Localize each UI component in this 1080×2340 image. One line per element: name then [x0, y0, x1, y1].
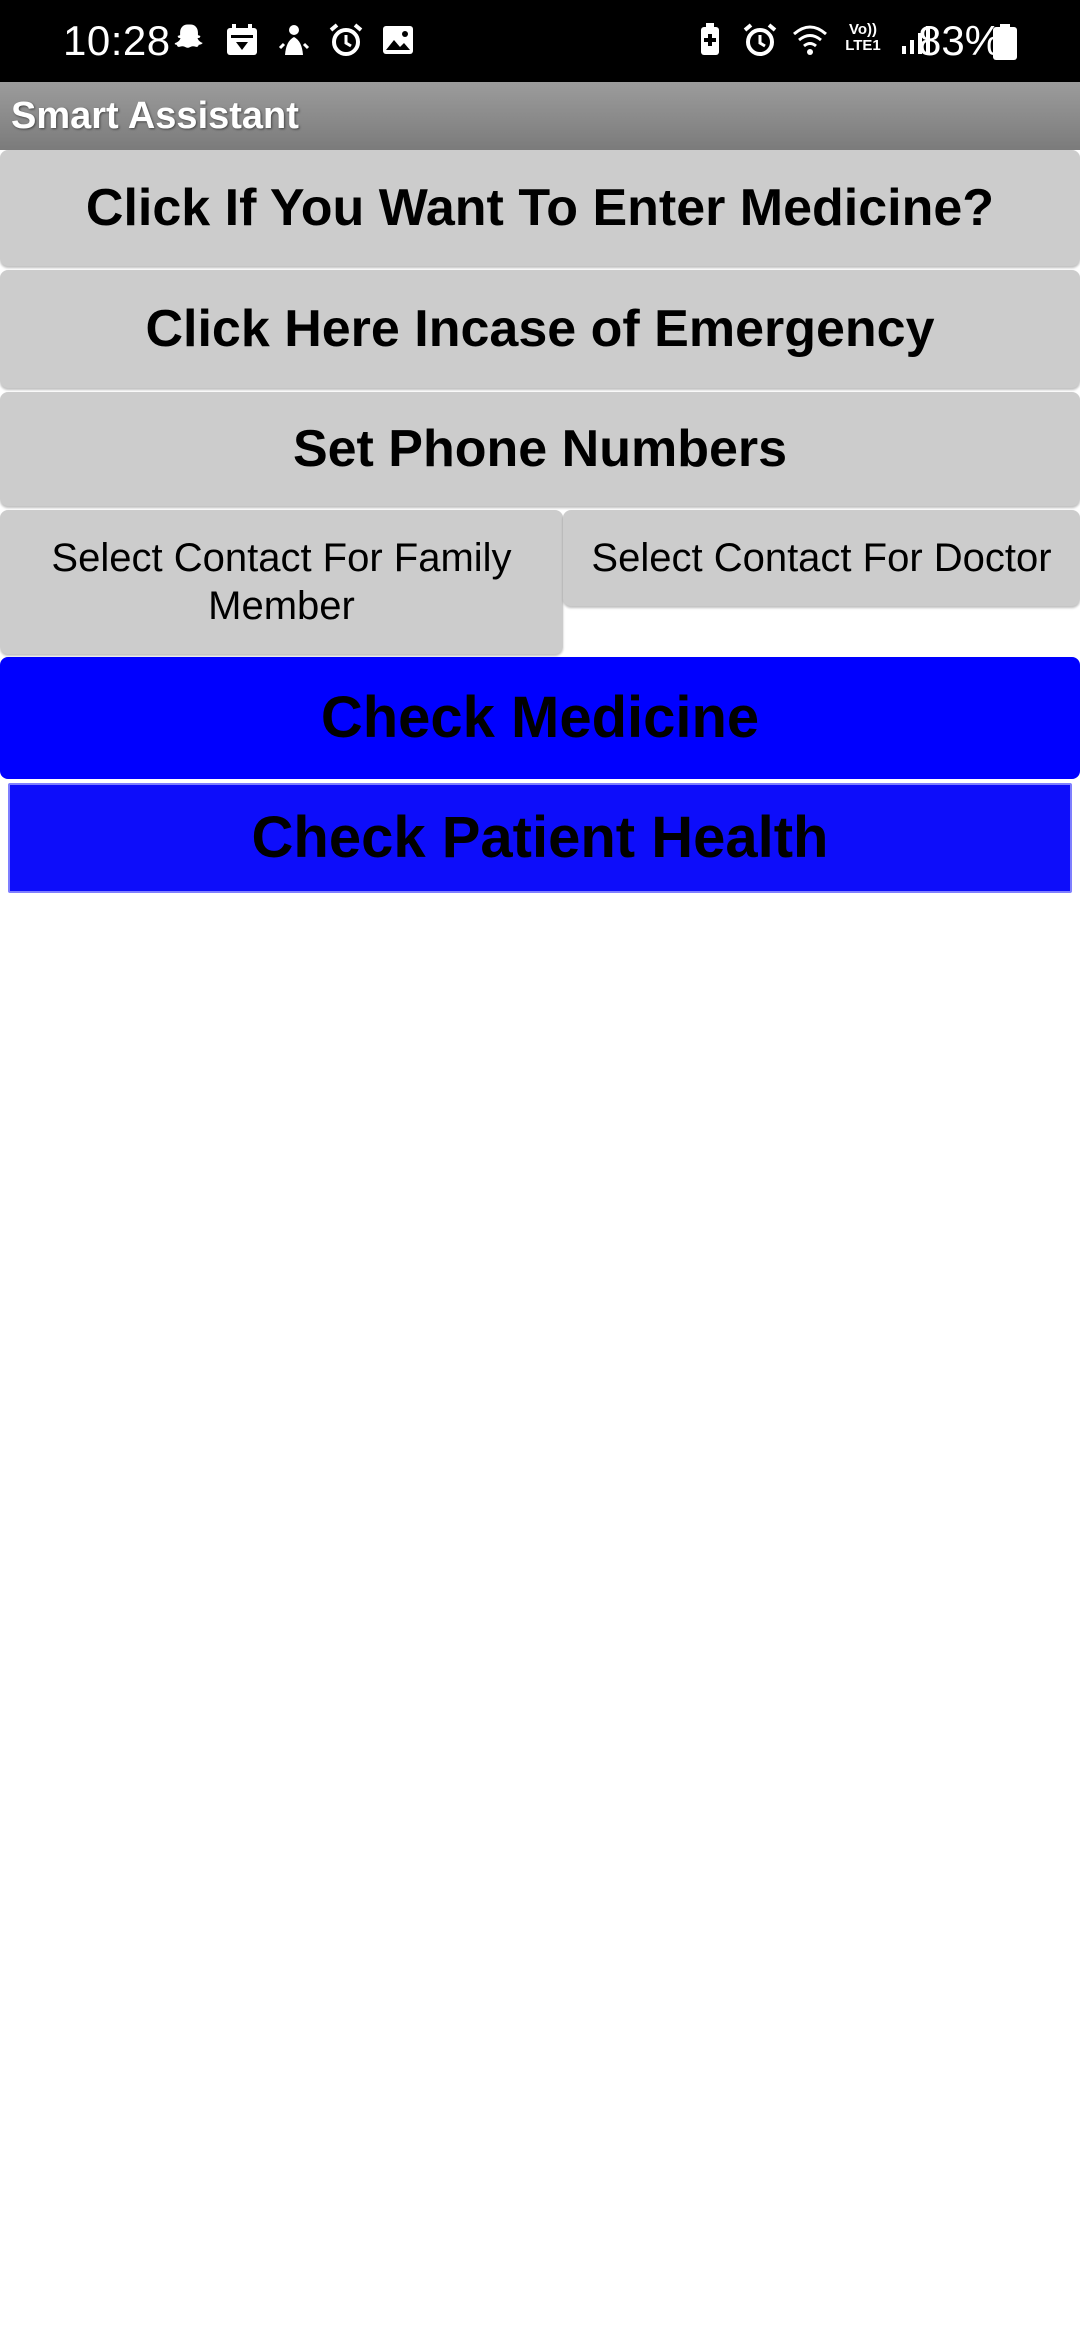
status-time: 10:28 [63, 17, 171, 64]
battery-saver-icon [701, 23, 719, 55]
alarm-icon [329, 23, 363, 56]
image-icon [383, 26, 413, 54]
system-icons: Vo)) LTE1 [692, 22, 934, 58]
volte-label: Vo)) [848, 21, 878, 38]
enter-medicine-button[interactable]: Click If You Want To Enter Medicine? [0, 150, 1080, 266]
set-phone-numbers-button[interactable]: Set Phone Numbers [0, 392, 1080, 506]
notification-icons [172, 22, 416, 58]
app-bar: Smart Assistant [0, 82, 1080, 150]
notification-icon [278, 25, 310, 55]
status-bar: 10:28 Vo)) LTE1 83% [0, 0, 1080, 82]
emergency-button[interactable]: Click Here Incase of Emergency [0, 270, 1080, 388]
volte-icon: Vo)) LTE1 [842, 22, 884, 58]
check-medicine-button[interactable]: Check Medicine [0, 657, 1080, 779]
snapchat-icon [174, 24, 203, 48]
check-patient-health-button[interactable]: Check Patient Health [8, 783, 1072, 893]
lte-label: LTE1 [845, 37, 881, 54]
alarm-icon [743, 23, 777, 56]
gallery-calendar-icon [227, 24, 257, 55]
battery-icon [993, 24, 1017, 60]
select-doctor-contact-button[interactable]: Select Contact For Doctor [563, 510, 1080, 606]
wifi-icon [793, 25, 827, 55]
battery-percent: 83% [918, 17, 1003, 64]
select-family-contact-button[interactable]: Select Contact For Family Member [0, 510, 563, 654]
app-title: Smart Assistant [11, 95, 299, 137]
